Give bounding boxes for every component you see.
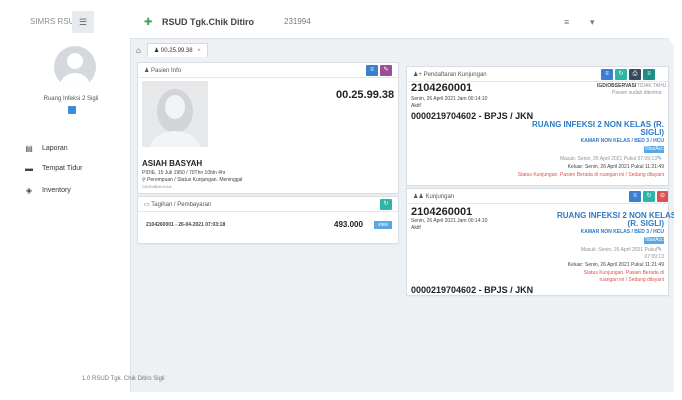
user-menu-icon[interactable]: ▾ [590, 17, 595, 28]
visit-active: Aktif [411, 225, 421, 231]
close-icon[interactable]: × [197, 48, 201, 54]
card-title: Tagihan / Pembayaran [151, 202, 212, 208]
avatar [54, 46, 96, 88]
delete-button[interactable]: ⊖ [657, 191, 668, 202]
visit-bed: KAMAR NON KELAS / BED 3 / HCU [580, 229, 664, 235]
sidebar-item-inventory[interactable]: ◈ Inventory [24, 186, 71, 195]
refresh-button[interactable]: ↻ [615, 69, 627, 80]
visit-check-in: Masuk: Senin, 26 April 2021 Pukul [580, 247, 657, 253]
tab-patient[interactable]: ♟ 00.25.99.38 × [146, 43, 208, 57]
billing-amount: 493.000 [334, 220, 363, 229]
person-icon: ♟ [153, 48, 160, 54]
list-icon[interactable]: ≡ [564, 17, 569, 27]
breadcrumb: ⌂ ♟ 00.25.99.38 × [136, 42, 208, 58]
bed-icon: ▬ [25, 164, 33, 173]
card-title: Pendaftaran Kunjungan [423, 72, 487, 78]
bed-assignment: KAMAR NON KELAS / BED 3 / HCU [580, 138, 664, 144]
sidebar-item-tempat-tidur[interactable]: ▬ Tempat Tidur [24, 164, 82, 173]
registration-active: Aktif [411, 103, 421, 109]
room-badge [68, 106, 76, 114]
card-title: Pasien Info [151, 68, 182, 74]
check-out-time: Keluar: Senin, 26 April 2021 Pukul 11:21… [567, 164, 664, 170]
visit-check-in-time: 07:09:13 [644, 254, 664, 260]
sidebar-item-label: Laporan [42, 145, 68, 152]
patient-birth: PIDIE, 15 Juli 1950 / 70Thn 10bln 4hr [142, 170, 226, 176]
top-bar: SIMRS RSU ☰ ✚ RSUD Tgk.Chik Ditiro 23199… [12, 8, 674, 39]
patient-small-note: DIKEMBALIKAN [142, 184, 172, 189]
refresh-button[interactable]: ↻ [643, 191, 655, 202]
home-icon[interactable]: ⌂ [136, 46, 141, 55]
sidebar-item-laporan[interactable]: ▤ Laporan [24, 144, 68, 153]
sidebar-item-label: Inventory [42, 187, 71, 194]
visit-check-out: Keluar: Senin, 26 April 2021 Pukul 11:21… [567, 262, 664, 268]
sidebar: Ruang Infeksi 2 Sigli ▤ Laporan ▬ Tempat… [12, 38, 131, 392]
menu-toggle-icon[interactable]: ☰ [72, 11, 94, 33]
users-icon: ♟♟ [413, 194, 426, 200]
accepted-note: Pasien sudah diterima [612, 90, 662, 96]
person-icon: ♟ [144, 68, 152, 74]
medical-record-number: 00.25.99.38 [336, 89, 395, 101]
footer-text: 1.0 RSUD Tgk. Chik Ditiro Sigli [82, 376, 165, 382]
list-button[interactable]: ≡ [601, 69, 613, 80]
edit-icon[interactable]: ✎ [657, 155, 662, 162]
refresh-button[interactable]: ↻ [380, 199, 392, 210]
visit-date: Senin, 26 April 2021 Jam 00:14:10 [411, 218, 488, 224]
patient-info-card: ♟ Pasien Info ≡ ✎ 00.25.99.38 ASIAH BASY… [137, 62, 399, 194]
registration-number: 2104260001 [411, 82, 473, 94]
registration-date: Senin, 26 April 2021 Jam 00:14:10 [411, 96, 488, 102]
file-icon: ▤ [25, 144, 33, 153]
hospital-logo-icon: ✚ [144, 17, 153, 28]
visit-status-line2: ruangan ini / Sedang dilayani [599, 277, 665, 283]
billing-item: 2104260001 - 26-04-2021 07:03:18 [146, 222, 226, 228]
card-header: ♟♟ Kunjungan ≡ ↻ ⊖ [407, 189, 668, 204]
app-window: SIMRS RSU ☰ ✚ RSUD Tgk.Chik Ditiro 23199… [12, 8, 674, 392]
edit-button[interactable]: ✎ [380, 65, 392, 76]
menu-button[interactable]: ≡ [643, 69, 655, 80]
list-button[interactable]: ≡ [366, 65, 378, 76]
app-name: SIMRS RSU [30, 17, 75, 26]
cubes-icon: ◈ [25, 186, 33, 195]
visit-insurance: 0000219704602 - BPJS / JKN [411, 285, 534, 295]
insurance-number: 0000219704602 - BPJS / JKN [411, 111, 534, 121]
tab-label: 00.25.99.38 [160, 48, 193, 54]
registration-card: ♟+ Pendaftaran Kunjungan ≡ ↻ ⎙ ≡ 2104260… [406, 66, 669, 186]
list-button[interactable]: ≡ [629, 191, 641, 202]
visit-number: 2104260001 [411, 206, 473, 218]
card-header: ♟ Pasien Info ≡ ✎ [138, 63, 398, 78]
visit-status-tag[interactable]: Tiba/Acc [644, 237, 664, 244]
patient-photo [142, 81, 208, 147]
room-assignment: RUANG INFEKSI 2 NON KELAS (R. SIGLI) [531, 120, 664, 137]
sidebar-item-label: Tempat Tidur [42, 165, 83, 172]
igd-label: IGD/OBSERVASI [597, 83, 637, 89]
patient-status: ⚲ Perempuan / Status Kunjungan. Meningga… [142, 177, 242, 183]
card-header: ▭ Tagihan / Pembayaran ↻ [138, 197, 398, 212]
visit-status-line1: Status Kunjungan. Pasien Berada di [583, 270, 664, 276]
user-plus-icon: ♟+ [413, 72, 424, 78]
room-name: Ruang Infeksi 2 Sigli [43, 96, 99, 102]
check-in-time: Masuk: Senin, 26 April 2021 Pukul 07:09:… [559, 156, 657, 162]
print-button[interactable]: ⎙ [629, 69, 641, 80]
patient-status-text: Perempuan / Status Kunjungan. Meninggal [147, 177, 243, 183]
user-id: 231994 [284, 17, 311, 26]
view-bill-button[interactable]: view [374, 221, 392, 229]
hospital-name: RSUD Tgk.Chik Ditiro [162, 17, 255, 27]
edit-icon[interactable]: ✎ [657, 246, 662, 253]
screenshot-stage: SIMRS RSU ☰ ✚ RSUD Tgk.Chik Ditiro 23199… [0, 0, 682, 400]
visit-room-detail: (R. SIGLI) [627, 219, 664, 228]
card-title: Kunjungan [425, 194, 455, 200]
patient-name: ASIAH BASYAH [142, 159, 203, 168]
billing-card: ▭ Tagihan / Pembayaran ↻ 2104260001 - 26… [137, 196, 399, 244]
igd-doctor: - TIDAK TAHU - [634, 83, 670, 89]
card-header: ♟+ Pendaftaran Kunjungan ≡ ↻ ⎙ ≡ [407, 67, 668, 82]
status-tag[interactable]: Tiba/Acc [644, 146, 664, 153]
visit-status: Status Kunjungan. Pasien Berada di ruang… [517, 172, 664, 178]
visits-card: ♟♟ Kunjungan ≡ ↻ ⊖ 2104260001 Senin, 26 … [406, 188, 674, 296]
